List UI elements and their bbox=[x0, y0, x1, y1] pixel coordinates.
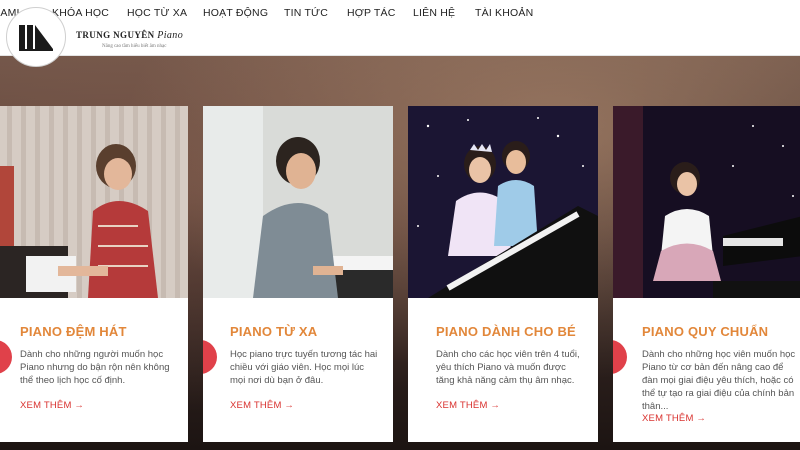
course-title[interactable]: PIANO ĐỆM HÁT bbox=[20, 324, 127, 339]
logo-text: TRUNG NGUYÊN Piano Nâng cao tầm hiểu biế… bbox=[76, 30, 183, 49]
read-more-link[interactable]: XEM THÊM → bbox=[436, 400, 500, 411]
course-card-quy-chuan[interactable]: PIANO QUY CHUẨN Dành cho những học viên … bbox=[613, 106, 800, 442]
course-image bbox=[613, 106, 800, 298]
course-image bbox=[203, 106, 393, 298]
course-title[interactable]: PIANO DÀNH CHO BÉ bbox=[436, 324, 576, 339]
course-title[interactable]: PIANO QUY CHUẨN bbox=[642, 324, 768, 339]
logo-name: TRUNG NGUYÊN Piano bbox=[76, 30, 184, 41]
course-card-tu-xa[interactable]: PIANO TỪ XA Học piano trực tuyến tương t… bbox=[203, 106, 393, 442]
read-more-link[interactable]: XEM THÊM → bbox=[642, 413, 706, 424]
course-image bbox=[0, 106, 188, 298]
course-image bbox=[408, 106, 598, 298]
nav-item-lien-he[interactable]: LIÊN HỆ bbox=[413, 7, 455, 19]
course-description: Dành cho những người muốn học Piano nhưn… bbox=[20, 349, 170, 386]
nav-item-hoat-dong[interactable]: HOẠT ĐỘNG bbox=[203, 7, 268, 19]
main-nav: SEAMI KHÓA HỌC HỌC TỪ XA HOẠT ĐỘNG TIN T… bbox=[0, 0, 800, 26]
course-title[interactable]: PIANO TỪ XA bbox=[230, 324, 317, 339]
nav-item-khoa-hoc[interactable]: KHÓA HỌC bbox=[52, 7, 109, 19]
read-more-link[interactable]: XEM THÊM → bbox=[20, 400, 84, 411]
course-description: Học piano trực tuyến tương tác hai chiều… bbox=[230, 349, 378, 386]
nav-item-hop-tac[interactable]: HỢP TÁC bbox=[347, 7, 396, 19]
decor-dot bbox=[203, 340, 217, 374]
nav-item-hoc-tu-xa[interactable]: HỌC TỪ XA bbox=[127, 7, 187, 19]
logo-tagline: Nâng cao tầm hiểu biết âm nhạc bbox=[102, 44, 167, 49]
course-description: Dành cho các học viên trên 4 tuổi, yêu t… bbox=[436, 349, 580, 386]
nav-item-tai-khoan[interactable]: TÀI KHOẢN bbox=[475, 7, 533, 19]
decor-dot bbox=[613, 340, 627, 374]
course-description: Dành cho những học viên muốn học Piano t… bbox=[642, 349, 796, 412]
logo[interactable] bbox=[6, 7, 66, 67]
piano-logo-icon bbox=[19, 25, 53, 51]
decor-dot bbox=[0, 340, 12, 374]
course-card-dem-hat[interactable]: PIANO ĐỆM HÁT Dành cho những người muốn … bbox=[0, 106, 188, 442]
read-more-link[interactable]: XEM THÊM → bbox=[230, 400, 294, 411]
course-card-cho-be[interactable]: PIANO DÀNH CHO BÉ Dành cho các học viên … bbox=[408, 106, 598, 442]
nav-item-tin-tuc[interactable]: TIN TỨC bbox=[284, 7, 328, 19]
